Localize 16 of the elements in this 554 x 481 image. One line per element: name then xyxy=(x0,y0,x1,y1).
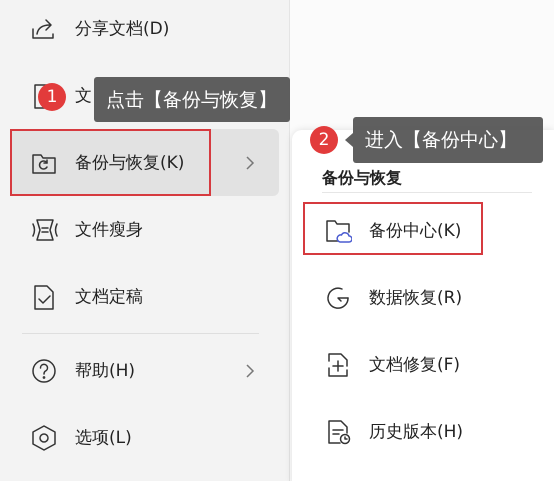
callout-tooltip: 点击【备份与恢复】 xyxy=(94,77,290,122)
submenu-item[interactable]: 备份中心(K) xyxy=(292,197,554,264)
menu-item[interactable]: 文档定稿 xyxy=(10,263,279,330)
menu-item[interactable]: 备份与恢复(K) xyxy=(10,129,279,196)
settings-icon xyxy=(30,424,58,452)
tooltip-pointer xyxy=(345,133,353,147)
menu-item[interactable]: 文件瘦身 xyxy=(10,196,279,263)
callout-tooltip: 进入【备份中心】 xyxy=(353,117,543,163)
submenu-item[interactable]: 数据恢复(R) xyxy=(292,264,554,331)
submenu-title: 备份与恢复 xyxy=(320,167,403,189)
submenu-item[interactable]: 文档修复(F) xyxy=(292,331,554,398)
menu-item[interactable]: 选项(L) xyxy=(10,404,279,471)
menu-item[interactable]: 分享文档(D) xyxy=(10,0,279,62)
menu-item[interactable]: 帮助(H) xyxy=(10,337,279,404)
help-icon xyxy=(30,356,58,384)
submenu-item[interactable]: 历史版本(H) xyxy=(292,398,554,465)
